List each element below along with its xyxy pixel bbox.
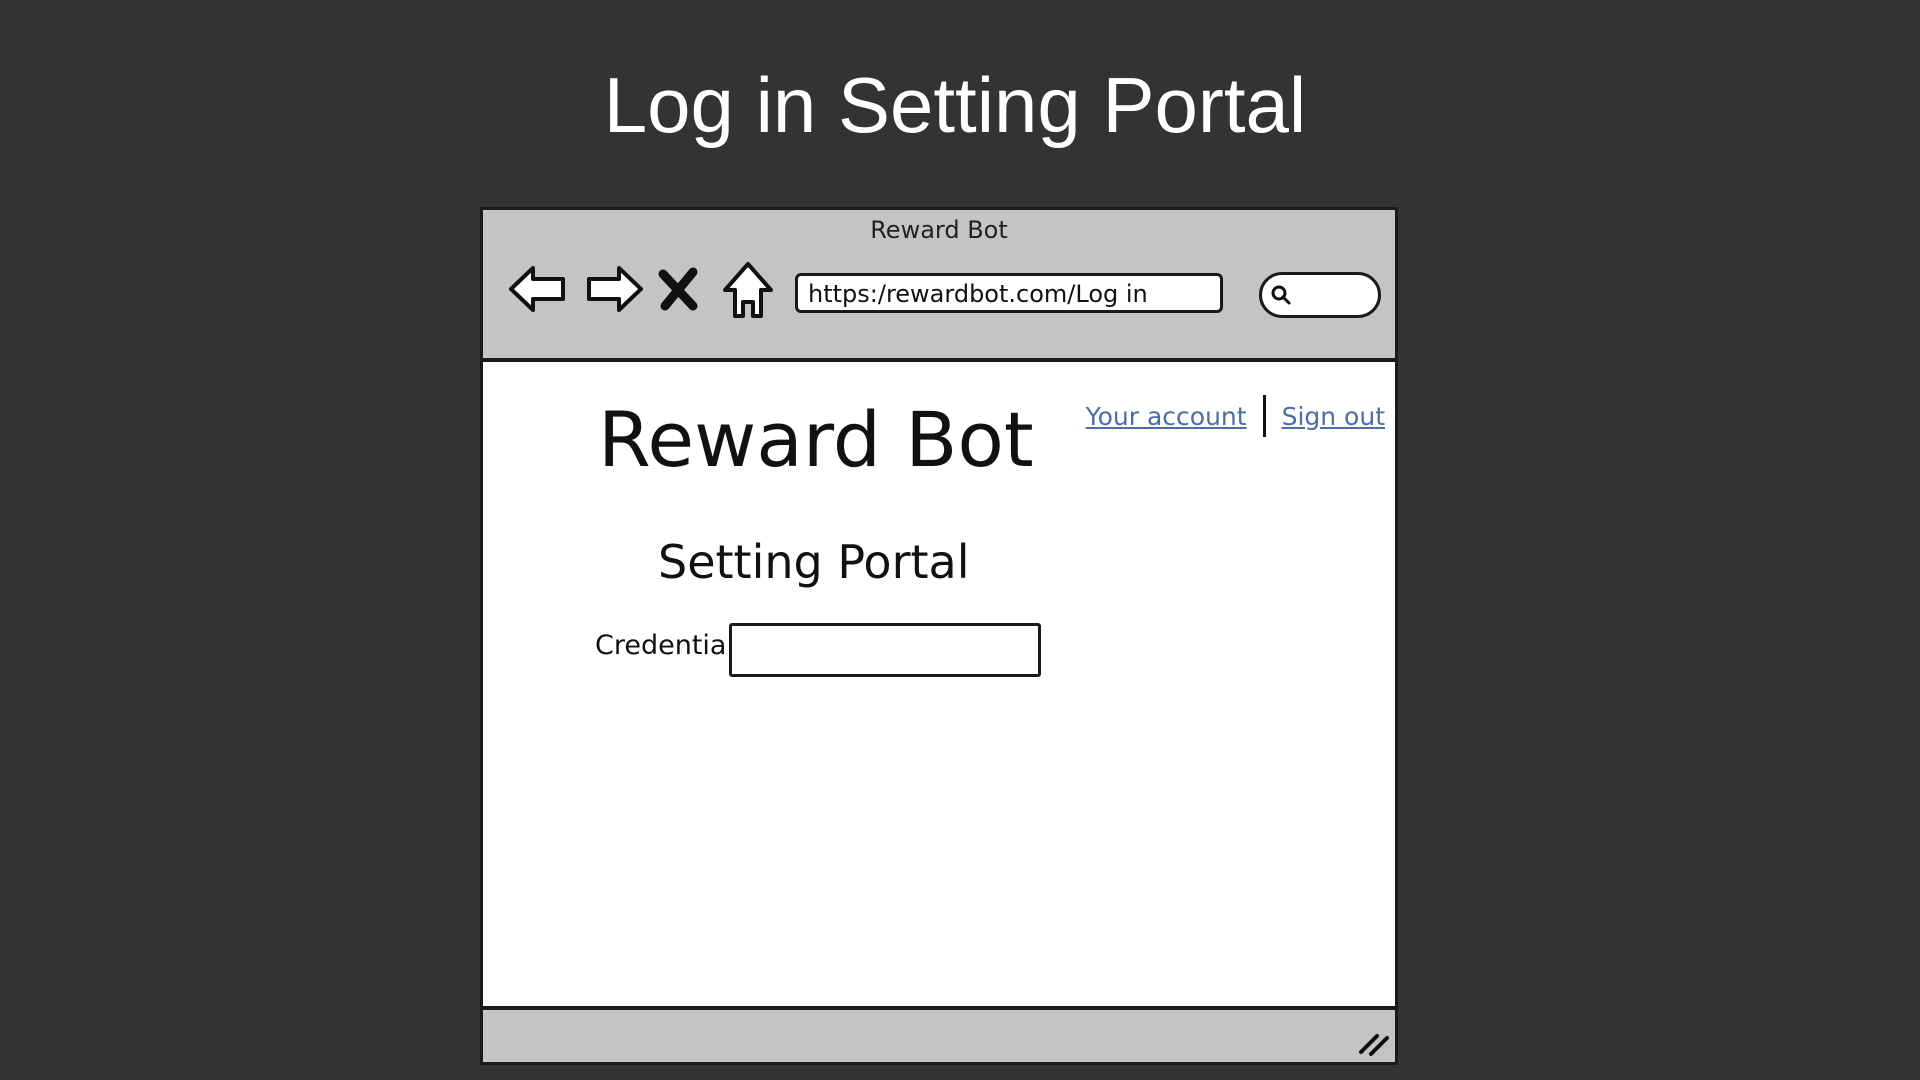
- account-links: Your account Sign out: [1086, 395, 1385, 437]
- address-bar[interactable]: https:/rewardbot.com/Log in: [795, 273, 1223, 313]
- browser-search-field[interactable]: [1259, 272, 1381, 318]
- search-icon: [1271, 285, 1291, 305]
- your-account-link[interactable]: Your account: [1086, 402, 1247, 431]
- resize-grip-icon[interactable]: [1355, 1026, 1391, 1056]
- forward-arrow-icon[interactable]: [581, 256, 647, 322]
- window-title: Reward Bot: [870, 216, 1008, 244]
- browser-window: Reward Bot https:/rewardbot.com/Log in R…: [480, 207, 1398, 1065]
- page-subtitle: Setting Portal: [658, 535, 970, 589]
- brand-title: Reward Bot: [598, 395, 1034, 484]
- credential-input[interactable]: [729, 623, 1041, 677]
- back-arrow-icon[interactable]: [505, 256, 571, 322]
- close-icon[interactable]: [653, 256, 703, 322]
- home-icon[interactable]: [715, 256, 781, 322]
- slide-title: Log in Setting Portal: [603, 61, 1307, 149]
- credential-label: Credential: [595, 630, 734, 661]
- browser-toolbar: Reward Bot https:/rewardbot.com/Log in: [483, 210, 1395, 362]
- sign-out-link[interactable]: Sign out: [1282, 402, 1385, 431]
- status-bar: [483, 1006, 1395, 1062]
- link-divider: [1262, 395, 1266, 437]
